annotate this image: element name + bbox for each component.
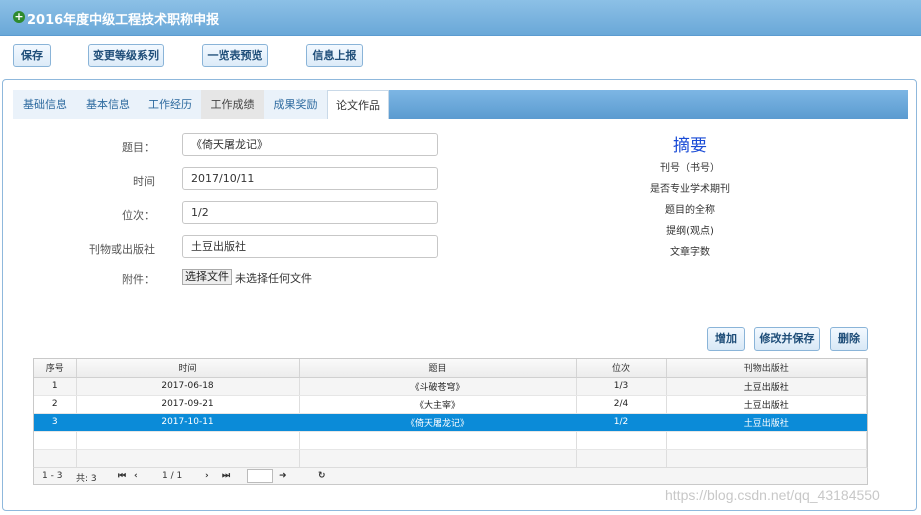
table-cell: 2017-09-21 bbox=[76, 395, 300, 414]
tab-work-achievements[interactable]: 工作成绩 bbox=[201, 90, 264, 119]
summary-line: 文章字数 bbox=[670, 247, 710, 258]
pagination-bar: 1 - 3 共: 3 ⏮ ‹ 1 / 1 › ⏭ ➜ ↻ bbox=[33, 467, 868, 485]
table-cell: 2 bbox=[34, 395, 77, 414]
tab-basic-info[interactable]: 基础信息 bbox=[13, 90, 77, 119]
title-input[interactable]: 《倚天屠龙记》 bbox=[182, 133, 438, 156]
time-input[interactable]: 2017/10/11 bbox=[182, 167, 438, 190]
table-cell: 1/2 bbox=[576, 413, 667, 432]
modify-save-button[interactable]: 修改并保存 bbox=[754, 327, 820, 351]
save-button[interactable]: 保存 bbox=[13, 44, 51, 67]
preview-button[interactable]: 一览表预览 bbox=[202, 44, 268, 67]
title-bar: + 2016年度中级工程技术职称申报 bbox=[0, 0, 921, 36]
rank-input[interactable]: 1/2 bbox=[182, 201, 438, 224]
table-cell: 2017-06-18 bbox=[76, 377, 300, 396]
table-cell: 《大主宰》 bbox=[299, 395, 577, 414]
summary-line: 提纲(观点) bbox=[666, 226, 714, 237]
empty-row bbox=[34, 431, 867, 450]
change-level-button[interactable]: 变更等级系列 bbox=[88, 44, 164, 67]
tab-awards[interactable]: 成果奖励 bbox=[264, 90, 327, 119]
summary-line: 是否专业学术期刊 bbox=[650, 184, 730, 195]
table-row-selected[interactable]: 3 2017-10-11 《倚天屠龙记》 1/2 土豆出版社 bbox=[34, 413, 867, 432]
table-cell: 土豆出版社 bbox=[666, 377, 867, 396]
column-header[interactable]: 题目 bbox=[299, 359, 577, 378]
record-range: 1 - 3 bbox=[42, 471, 63, 481]
go-arrow-icon[interactable]: ➜ bbox=[279, 471, 287, 481]
summary-line: 题目的全称 bbox=[665, 205, 715, 216]
papers-table: 序号 时间 题目 位次 刊物出版社 1 2017-06-18 《斗破苍穹》 1/… bbox=[33, 358, 868, 469]
table-cell: 土豆出版社 bbox=[666, 413, 867, 432]
prev-page-icon[interactable]: ‹ bbox=[134, 471, 138, 481]
table-cell: 3 bbox=[34, 413, 77, 432]
tab-personal-info[interactable]: 基本信息 bbox=[77, 90, 139, 119]
table-cell: 《倚天屠龙记》 bbox=[299, 413, 577, 432]
delete-button[interactable]: 删除 bbox=[830, 327, 868, 351]
next-page-icon[interactable]: › bbox=[205, 471, 209, 481]
page-indicator: 1 / 1 bbox=[162, 471, 183, 481]
summary-line: 刊号（书号） bbox=[660, 163, 720, 174]
attachment-label: 附件： bbox=[122, 273, 155, 286]
title-label: 题目： bbox=[122, 141, 155, 154]
time-label: 时间 bbox=[133, 175, 155, 188]
plus-circle-icon: + bbox=[13, 10, 25, 23]
table-cell: 《斗破苍穹》 bbox=[299, 377, 577, 396]
summary-heading: 摘要 bbox=[673, 136, 707, 156]
column-header[interactable]: 时间 bbox=[76, 359, 300, 378]
column-header[interactable]: 刊物出版社 bbox=[666, 359, 867, 378]
tab-bar: 基础信息 基本信息 工作经历 工作成绩 成果奖励 论文作品 bbox=[13, 90, 908, 119]
empty-row bbox=[34, 449, 867, 468]
page-number-input[interactable] bbox=[247, 469, 273, 483]
publisher-input[interactable]: 土豆出版社 bbox=[182, 235, 438, 258]
add-button[interactable]: 增加 bbox=[707, 327, 745, 351]
table-cell: 土豆出版社 bbox=[666, 395, 867, 414]
table-row[interactable]: 2 2017-09-21 《大主宰》 2/4 土豆出版社 bbox=[34, 395, 867, 414]
publisher-label: 刊物或出版社 bbox=[89, 243, 155, 256]
first-page-icon[interactable]: ⏮ bbox=[118, 471, 126, 481]
choose-file-button[interactable]: 选择文件 bbox=[182, 269, 232, 285]
tab-work-history[interactable]: 工作经历 bbox=[139, 90, 201, 119]
rank-label: 位次： bbox=[122, 209, 155, 222]
window-title: 2016年度中级工程技术职称申报 bbox=[27, 13, 220, 28]
submit-info-button[interactable]: 信息上报 bbox=[306, 44, 363, 67]
table-cell: 1 bbox=[34, 377, 77, 396]
last-page-icon[interactable]: ⏭ bbox=[222, 471, 230, 481]
table-cell: 2017-10-11 bbox=[76, 413, 300, 432]
tab-papers[interactable]: 论文作品 bbox=[327, 90, 389, 119]
toolbar: 保存 变更等级系列 一览表预览 信息上报 bbox=[0, 36, 921, 78]
column-header[interactable]: 序号 bbox=[34, 359, 77, 378]
watermark: https://blog.csdn.net/qq_43184550 bbox=[665, 487, 880, 503]
column-header[interactable]: 位次 bbox=[576, 359, 667, 378]
table-row[interactable]: 1 2017-06-18 《斗破苍穹》 1/3 土豆出版社 bbox=[34, 377, 867, 396]
file-status: 未选择任何文件 bbox=[235, 272, 312, 285]
refresh-icon[interactable]: ↻ bbox=[318, 471, 326, 481]
table-cell: 1/3 bbox=[576, 377, 667, 396]
table-cell: 2/4 bbox=[576, 395, 667, 414]
record-total: 共: 3 bbox=[76, 474, 97, 484]
table-header-row: 序号 时间 题目 位次 刊物出版社 bbox=[34, 359, 867, 378]
